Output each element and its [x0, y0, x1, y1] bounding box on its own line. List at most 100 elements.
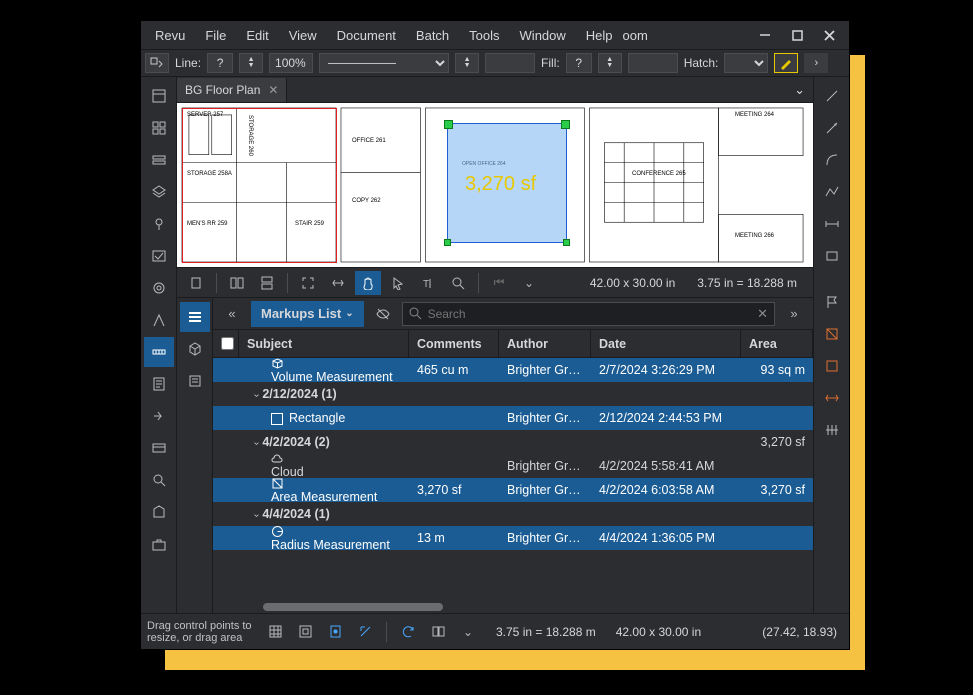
select-arrow-icon[interactable] — [385, 271, 411, 295]
fit-page-icon[interactable] — [295, 271, 321, 295]
perimeter-tool-icon[interactable] — [817, 383, 847, 413]
menu-batch[interactable]: Batch — [406, 28, 459, 43]
col-area[interactable]: Area — [741, 330, 813, 357]
page-dropdown-icon[interactable]: ⌄ — [516, 271, 542, 295]
panel-collapse-icon[interactable]: « — [219, 302, 245, 326]
col-subject[interactable]: Subject — [239, 330, 409, 357]
menu-tools[interactable]: Tools — [459, 28, 509, 43]
snap-markup-icon[interactable] — [353, 620, 377, 644]
briefcase-icon[interactable] — [144, 529, 174, 559]
hide-markups-icon[interactable] — [370, 302, 396, 326]
opacity-stepper[interactable]: ▲▼ — [598, 53, 622, 73]
sets-icon[interactable] — [144, 433, 174, 463]
text-select-icon[interactable]: T — [415, 271, 441, 295]
document-tab[interactable]: BG Floor Plan ✕ — [177, 78, 287, 102]
markups-list-nav-icon[interactable] — [180, 302, 210, 332]
zoom-magnify-icon[interactable] — [445, 271, 471, 295]
snap-content-icon[interactable] — [323, 620, 347, 644]
line-stepper[interactable]: ▲▼ — [239, 53, 263, 73]
tab-close-icon[interactable]: ✕ — [268, 83, 278, 97]
search-clear-icon[interactable]: ✕ — [757, 306, 768, 322]
zoom-field[interactable]: 100% — [269, 53, 313, 73]
split-vertical-icon[interactable] — [224, 271, 250, 295]
line-style-select[interactable]: ──────── — [319, 53, 449, 73]
menu-window[interactable]: Window — [510, 28, 576, 43]
drawing-canvas[interactable]: SERVER 257 STORAGE 258A STORAGE 260 MEN'… — [177, 103, 813, 268]
reuse-icon[interactable] — [396, 620, 420, 644]
table-row[interactable]: ›4/2/2024 (2)3,270 sf — [213, 430, 813, 454]
fill-color-swatch[interactable]: ? — [566, 53, 592, 73]
table-row[interactable]: RectangleBrighter Graph...2/12/2024 2:44… — [213, 406, 813, 430]
maximize-button[interactable] — [781, 21, 813, 49]
thumbnails-icon[interactable] — [144, 113, 174, 143]
polyline-tool-icon[interactable] — [817, 177, 847, 207]
col-date[interactable]: Date — [591, 330, 741, 357]
menu-document[interactable]: Document — [327, 28, 406, 43]
col-author[interactable]: Author — [499, 330, 591, 357]
sync-icon[interactable] — [426, 620, 450, 644]
search-box[interactable]: ✕ — [402, 302, 775, 326]
bottom-panel: « Markups List ⌄ ✕ » Subject Comm — [177, 298, 813, 613]
select-all-checkbox[interactable] — [221, 337, 234, 350]
selection-dropdown-icon[interactable] — [145, 53, 169, 73]
panel-expand-icon[interactable]: » — [781, 302, 807, 326]
table-row[interactable]: ›2/12/2024 (1) — [213, 382, 813, 406]
arc-tool-icon[interactable] — [817, 145, 847, 175]
panel-title[interactable]: Markups List ⌄ — [251, 301, 364, 327]
grid-toggle-icon[interactable] — [263, 620, 287, 644]
menu-revu[interactable]: Revu — [145, 28, 195, 43]
table-row[interactable]: ›4/4/2024 (1) — [213, 502, 813, 526]
links-icon[interactable] — [144, 401, 174, 431]
places-icon[interactable] — [144, 209, 174, 239]
dimension-tool-icon[interactable] — [817, 209, 847, 239]
first-page-icon[interactable]: ⏮ — [486, 271, 512, 295]
table-row[interactable]: Area Measurement3,270 sfBrighter Graph..… — [213, 478, 813, 502]
red-markup-outline[interactable] — [182, 108, 337, 263]
menu-help[interactable]: Help — [576, 28, 623, 43]
search-input[interactable] — [428, 307, 752, 321]
toolbar-more-icon[interactable]: › — [804, 53, 828, 73]
forms-icon[interactable] — [144, 369, 174, 399]
area-tool-icon[interactable] — [817, 319, 847, 349]
measurements-icon[interactable] — [144, 337, 174, 367]
close-button[interactable] — [813, 21, 845, 49]
signatures-icon[interactable] — [144, 241, 174, 271]
tab-expand-icon[interactable]: ⌄ — [786, 82, 813, 98]
studio-icon[interactable] — [144, 497, 174, 527]
status-dropdown-icon[interactable]: ⌄ — [456, 620, 480, 644]
width-field[interactable] — [485, 53, 535, 73]
single-page-icon[interactable] — [183, 271, 209, 295]
layers-icon[interactable] — [144, 177, 174, 207]
volume-tool-icon[interactable] — [817, 351, 847, 381]
3d-nav-icon[interactable] — [180, 334, 210, 364]
bookmarks-icon[interactable] — [144, 145, 174, 175]
hatch-select[interactable] — [724, 53, 768, 73]
line-color-swatch[interactable]: ? — [207, 53, 233, 73]
menu-edit[interactable]: Edit — [236, 28, 278, 43]
fit-width-icon[interactable] — [325, 271, 351, 295]
width-stepper[interactable]: ▲▼ — [455, 53, 479, 73]
minimize-button[interactable] — [749, 21, 781, 49]
count-tool-icon[interactable] — [817, 415, 847, 445]
flag-tool-icon[interactable] — [817, 287, 847, 317]
horizontal-scrollbar[interactable] — [213, 601, 813, 613]
flags-nav-icon[interactable] — [180, 366, 210, 396]
file-access-icon[interactable] — [144, 81, 174, 111]
pan-hand-icon[interactable] — [355, 271, 381, 295]
col-comments[interactable]: Comments — [409, 330, 499, 357]
highlighter-icon[interactable] — [774, 53, 798, 73]
table-row[interactable]: Volume Measurement465 cu mBrighter Graph… — [213, 358, 813, 382]
menu-file[interactable]: File — [195, 28, 236, 43]
arrow-tool-icon[interactable] — [817, 113, 847, 143]
properties-gear-icon[interactable] — [144, 273, 174, 303]
split-horizontal-icon[interactable] — [254, 271, 280, 295]
menu-view[interactable]: View — [279, 28, 327, 43]
line-tool-icon[interactable] — [817, 81, 847, 111]
toolchest-icon[interactable] — [144, 305, 174, 335]
table-row[interactable]: CloudBrighter Graph...4/2/2024 5:58:41 A… — [213, 454, 813, 478]
search-rail-icon[interactable] — [144, 465, 174, 495]
opacity-field[interactable] — [628, 53, 678, 73]
snap-toggle-icon[interactable] — [293, 620, 317, 644]
table-row[interactable]: Radius Measurement13 mBrighter Graph...4… — [213, 526, 813, 550]
rectangle-tool-icon[interactable] — [817, 241, 847, 271]
